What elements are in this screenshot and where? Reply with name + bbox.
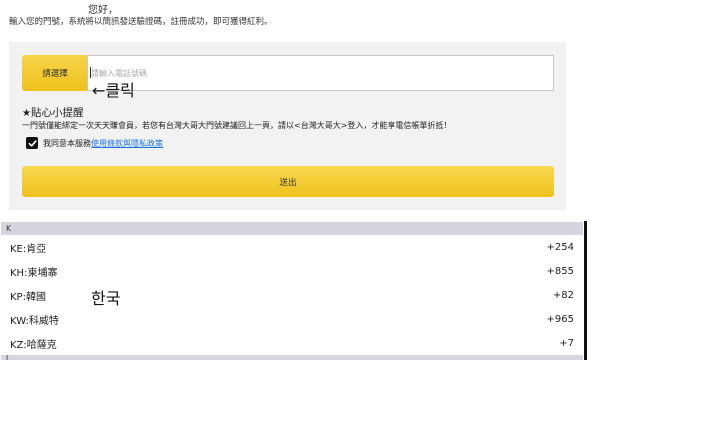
terms-privacy-link[interactable]: 使用條款與隱私政策 (91, 138, 163, 149)
greeting-text: 您好， (88, 5, 118, 16)
country-name: KH:柬埔寨 (10, 267, 58, 279)
country-dial-code: +82 (552, 289, 574, 301)
country-select-button[interactable]: 請選擇 (22, 55, 88, 91)
country-name: KE:肯亞 (10, 243, 47, 255)
phone-input[interactable] (87, 55, 554, 91)
country-row[interactable]: KZ:哈薩克 +7 (0, 331, 584, 355)
submit-button[interactable]: 送出 (22, 166, 554, 197)
list-scroll-rail (584, 221, 587, 360)
instruction-text: 輸入您的門號，系統將以簡訊發送驗證碼，註冊成功，即可獲得紅利。 (9, 17, 273, 27)
click-annotation: ←클릭 (92, 81, 135, 100)
country-dial-code: +855 (546, 265, 574, 277)
agree-row: 我同意本服務 使用條款與隱私政策 (26, 136, 163, 150)
star-icon: ★ (22, 108, 31, 119)
section-header-l: L (1, 355, 583, 360)
country-row[interactable]: KH:柬埔寨 +855 (0, 259, 584, 283)
country-row[interactable]: KP:韓國 +82 (0, 283, 584, 307)
check-icon (28, 139, 37, 147)
tip-title: ★貼心小提醒 (22, 105, 83, 120)
country-dial-code: +254 (546, 241, 574, 253)
country-dial-code: +7 (559, 337, 574, 349)
country-row[interactable]: KE:肯亞 +254 (0, 235, 584, 259)
agree-text: 我同意本服務 (43, 138, 91, 148)
text-caret (90, 67, 91, 78)
agree-checkbox[interactable] (26, 137, 38, 149)
country-name: KW:科威特 (10, 315, 59, 327)
country-code-list[interactable]: K KE:肯亞 +254 KH:柬埔寨 +855 KP:韓國 +82 KW:科威… (0, 221, 587, 360)
section-header-k: K (1, 222, 583, 235)
tip-title-label: 貼心小提醒 (30, 107, 84, 119)
country-dial-code: +965 (546, 313, 574, 325)
country-row[interactable]: KW:科威特 +965 (0, 307, 584, 331)
country-name: KZ:哈薩克 (10, 339, 57, 351)
tip-text: 一門號僅能綁定一次天天賺會員，若您有台灣大哥大門號建議回上一頁，請以<台灣大哥大… (22, 121, 452, 130)
country-name: KP:韓國 (10, 291, 46, 303)
korea-annotation: 한국 (91, 289, 121, 308)
